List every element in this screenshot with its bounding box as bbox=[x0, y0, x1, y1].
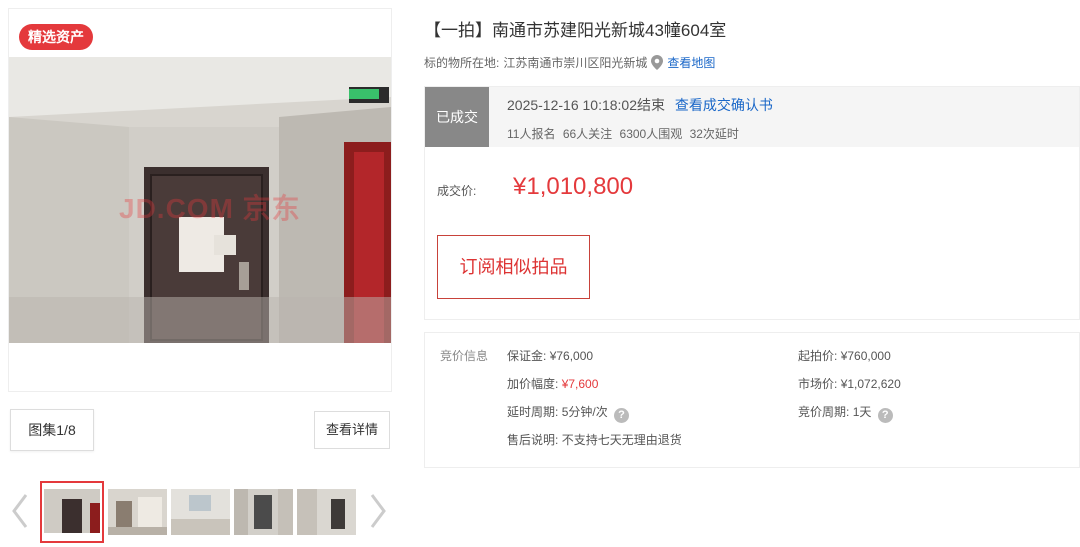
view-details-button[interactable]: 查看详情 bbox=[314, 411, 390, 449]
thumbnail-3[interactable] bbox=[171, 489, 230, 535]
thumb-prev-button[interactable] bbox=[8, 488, 32, 534]
thumbnail-4[interactable] bbox=[234, 489, 293, 535]
thumbnail-1[interactable] bbox=[40, 481, 104, 543]
increment-row: 加价幅度: ¥7,600 bbox=[507, 375, 598, 392]
watermark-text: JD.COM 京东 bbox=[119, 193, 301, 224]
bid-info-title: 竞价信息 bbox=[440, 349, 489, 363]
album-counter[interactable]: 图集1/8 bbox=[10, 409, 94, 451]
viewer-count: 6300人围观 bbox=[619, 127, 683, 141]
start-price-label: 起拍价: bbox=[798, 349, 838, 363]
after-sale-row: 售后说明: 不支持七天无理由退货 bbox=[507, 431, 682, 448]
view-confirmation-link[interactable]: 查看成交确认书 bbox=[675, 97, 773, 113]
increment-value: ¥7,600 bbox=[561, 377, 599, 391]
market-price-label: 市场价: bbox=[798, 377, 838, 391]
thumbnail-image bbox=[108, 489, 167, 535]
main-image-box: 精选资产 JD.COM 京东 bbox=[8, 8, 392, 392]
thumbnail-image bbox=[234, 489, 293, 535]
status-panel: 已成交 2025-12-16 10:18:02结束 查看成交确认书 11人报名 … bbox=[424, 86, 1080, 320]
featured-badge: 精选资产 bbox=[19, 24, 93, 50]
start-price-row: 起拍价: ¥760,000 bbox=[798, 347, 891, 364]
signup-count: 11人报名 bbox=[507, 127, 556, 141]
thumbnail-strip bbox=[40, 481, 356, 543]
after-sale-label: 售后说明: bbox=[507, 433, 559, 447]
increment-label: 加价幅度: bbox=[507, 377, 559, 391]
item-location: 标的物所在地: 江苏南通市崇川区阳光新城 查看地图 bbox=[424, 54, 715, 71]
market-price-row: 市场价: ¥1,072,620 bbox=[798, 375, 901, 392]
auction-stats: 11人报名 66人关注 6300人围观 32次延时 bbox=[507, 125, 743, 142]
thumbnail-image bbox=[297, 489, 356, 535]
after-sale-value: 不支持七天无理由退货 bbox=[561, 433, 682, 447]
status-tag: 已成交 bbox=[425, 87, 489, 147]
end-time-row: 2025-12-16 10:18:02结束 查看成交确认书 bbox=[507, 95, 773, 115]
extension-count: 32次延时 bbox=[689, 127, 739, 141]
subscribe-similar-button[interactable]: 订阅相似拍品 bbox=[437, 235, 590, 299]
end-time: 2025-12-16 10:18:02结束 bbox=[507, 97, 665, 113]
deposit-row: 保证金: ¥76,000 bbox=[507, 347, 593, 364]
chevron-right-icon bbox=[370, 494, 386, 528]
deal-price-label: 成交价: bbox=[437, 184, 477, 198]
help-icon[interactable]: ? bbox=[877, 408, 893, 423]
bid-period-row: 竞价周期: 1天 ? bbox=[798, 403, 893, 423]
deposit-value: ¥76,000 bbox=[549, 349, 594, 363]
follower-count: 66人关注 bbox=[562, 127, 613, 141]
map-pin-icon bbox=[651, 55, 664, 70]
bid-period-label: 竞价周期: bbox=[798, 405, 850, 419]
thumbnail-2[interactable] bbox=[108, 489, 167, 535]
delay-period-value: 5分钟/次 bbox=[561, 405, 608, 419]
delay-period-label: 延时周期: bbox=[507, 405, 559, 419]
help-icon[interactable]: ? bbox=[614, 408, 630, 423]
deposit-label: 保证金: bbox=[507, 349, 547, 363]
location-value: 江苏南通市崇川区阳光新城 bbox=[503, 56, 648, 70]
chevron-left-icon bbox=[12, 494, 28, 528]
view-map-link[interactable]: 查看地图 bbox=[667, 54, 715, 71]
delay-period-row: 延时周期: 5分钟/次 ? bbox=[507, 403, 630, 423]
thumb-next-button[interactable] bbox=[366, 488, 390, 534]
deal-price: ¥1,010,800 bbox=[513, 173, 634, 200]
start-price-value: ¥760,000 bbox=[840, 349, 891, 363]
market-price-value: ¥1,072,620 bbox=[840, 377, 901, 391]
thumbnail-image bbox=[44, 489, 100, 533]
bid-info-panel: 竞价信息 保证金: ¥76,000 起拍价: ¥760,000 加价幅度: ¥7… bbox=[424, 332, 1080, 468]
item-title: 【一拍】南通市苏建阳光新城43幢604室 bbox=[424, 21, 727, 40]
thumbnail-5[interactable] bbox=[297, 489, 356, 535]
thumbnail-image bbox=[171, 489, 230, 535]
status-bar: 已成交 2025-12-16 10:18:02结束 查看成交确认书 11人报名 … bbox=[425, 87, 1079, 147]
location-label: 标的物所在地: bbox=[424, 56, 500, 70]
main-photo[interactable]: JD.COM 京东 bbox=[9, 57, 391, 343]
bid-period-value: 1天 bbox=[852, 405, 872, 419]
